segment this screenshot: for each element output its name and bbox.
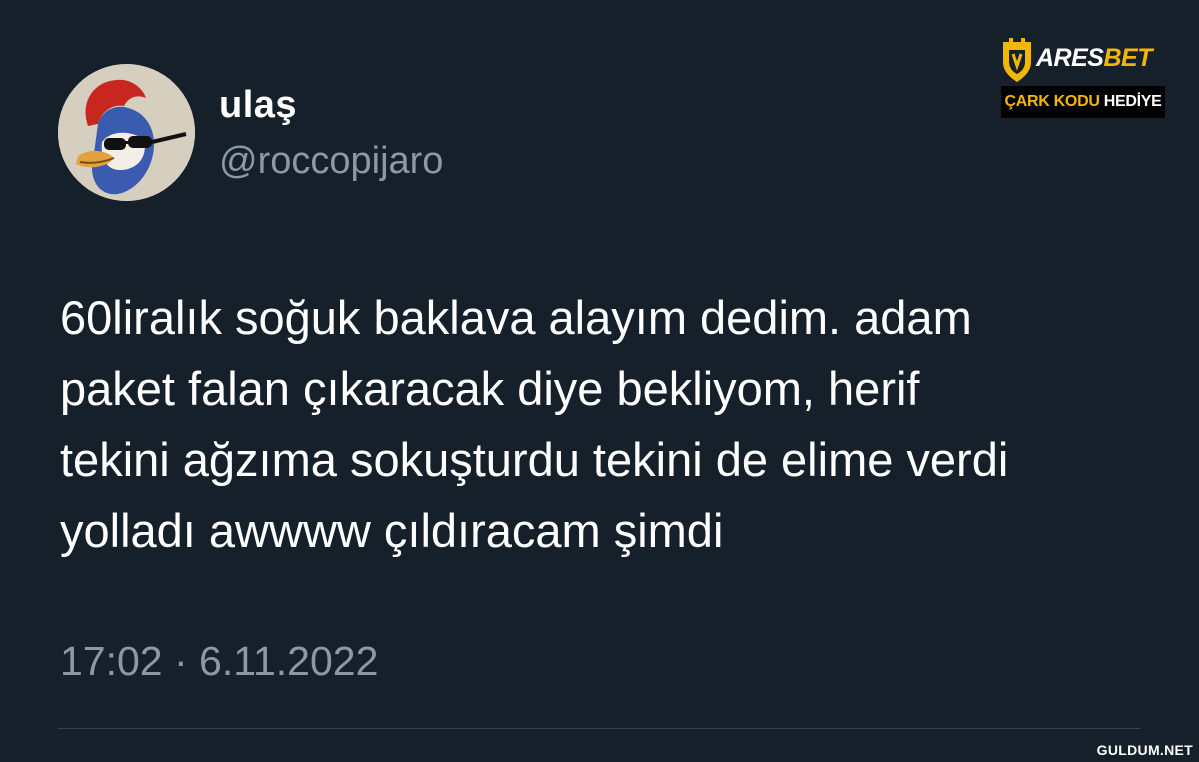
tweet-text-line: yolladı awwww çıldıracam şimdi — [60, 504, 724, 557]
sponsor-brand-accent: BET — [1103, 44, 1152, 72]
sponsor-brand: ARESBET — [1036, 44, 1152, 73]
sponsor-brand-main: ARES — [1036, 44, 1104, 72]
sponsor-logo: ARESBET — [1001, 36, 1165, 82]
tweet-text-line: paket falan çıkaracak diye bekliyom, her… — [60, 362, 920, 415]
tweet-timestamp[interactable]: 17:02 · 6.11.2022 — [60, 638, 378, 685]
user-handle[interactable]: @roccopijaro — [219, 140, 443, 183]
sponsor-badge-accent: ÇARK KODU — [1004, 93, 1100, 110]
woody-woodpecker-avatar-icon — [58, 64, 195, 201]
tweet-text-line: 60liralık soğuk baklava alayım dedim. ad… — [60, 291, 972, 344]
display-name[interactable]: ulaş — [219, 84, 297, 127]
sponsor-ad[interactable]: ARESBET ÇARK KODU HEDİYE — [1001, 36, 1165, 118]
sponsor-badge-main: HEDİYE — [1099, 93, 1162, 110]
tweet-text-line: tekini ağzıma sokuşturdu tekini de elime… — [60, 433, 1009, 486]
sponsor-badge[interactable]: ÇARK KODU HEDİYE — [1001, 86, 1165, 118]
avatar[interactable] — [58, 64, 195, 201]
shield-logo-icon — [1003, 38, 1031, 82]
divider — [58, 728, 1140, 729]
site-watermark: GULDUM.NET — [1096, 742, 1193, 758]
tweet-text: 60liralık soğuk baklava alayım dedim. ad… — [60, 282, 1140, 566]
